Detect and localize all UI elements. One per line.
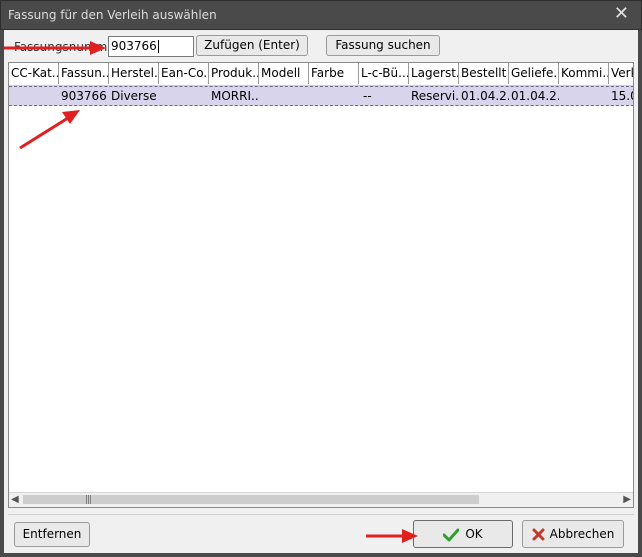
- scrollbar-thumb[interactable]: |||: [23, 495, 479, 505]
- footer-divider: [8, 514, 634, 515]
- dialog-body: Fassungsnummer 903766 Zufügen (Enter) Fa…: [4, 30, 638, 553]
- window-title: Fassung für den Verleih auswählen: [8, 8, 217, 22]
- column-header[interactable]: Herstel...: [109, 63, 159, 84]
- table-cell: [259, 87, 309, 105]
- table-cell: [9, 87, 59, 105]
- table-cell: MORRI...: [211, 89, 259, 103]
- table-row[interactable]: 903766 Diverse MORRI... -- Reservi... 01…: [9, 86, 633, 106]
- close-icon[interactable]: ✕: [614, 4, 629, 24]
- column-header[interactable]: Produk...: [209, 63, 259, 84]
- table-cell: [159, 87, 209, 105]
- column-header[interactable]: Lagerst...: [409, 63, 459, 84]
- add-button-label: Zufügen (Enter): [204, 38, 300, 52]
- scroll-left-icon[interactable]: ◀: [11, 494, 19, 505]
- column-header[interactable]: Kommi...: [559, 63, 609, 84]
- fassungsnummer-value: 903766: [111, 39, 157, 53]
- table-cell: Diverse: [111, 89, 157, 103]
- table-cell: [559, 87, 609, 105]
- annotation-arrow-input: [4, 41, 106, 55]
- x-icon: [532, 528, 545, 541]
- cancel-button-label: Abbrechen: [549, 527, 615, 541]
- ok-button[interactable]: OK: [413, 520, 513, 548]
- add-button[interactable]: Zufügen (Enter): [196, 35, 308, 56]
- table-cell: 903766: [61, 89, 107, 103]
- remove-button-label: Entfernen: [22, 527, 82, 541]
- window-frame: Fassungsnummer 903766 Zufügen (Enter) Fa…: [0, 30, 642, 557]
- table-cell: Reservi...: [411, 89, 459, 103]
- column-header[interactable]: Farbe: [309, 63, 359, 84]
- table-cell: 01.04.2...: [461, 89, 509, 103]
- cancel-button[interactable]: Abbrechen: [522, 520, 624, 548]
- remove-button[interactable]: Entfernen: [14, 522, 90, 547]
- table-cell: 15.04: [611, 89, 633, 103]
- horizontal-scrollbar[interactable]: ◀ ||| ▶: [9, 492, 633, 507]
- column-header[interactable]: L-c-Bü...: [359, 63, 409, 84]
- column-header[interactable]: Ean-Co...: [159, 63, 209, 84]
- checkmark-icon: [442, 528, 460, 541]
- table-cell: [309, 87, 359, 105]
- title-bar: Fassung für den Verleih auswählen ✕: [0, 0, 642, 30]
- text-caret: [157, 40, 159, 53]
- fassungsnummer-input[interactable]: 903766: [108, 36, 194, 57]
- column-header[interactable]: Fassun...: [59, 63, 109, 84]
- scroll-right-icon[interactable]: ▶: [623, 494, 631, 505]
- search-fassung-button[interactable]: Fassung suchen: [326, 35, 440, 56]
- table-cell: --: [363, 89, 372, 103]
- ok-button-label: OK: [465, 527, 483, 541]
- column-header[interactable]: Verka: [609, 63, 633, 84]
- column-header[interactable]: Bestellt: [459, 63, 509, 84]
- search-fassung-button-label: Fassung suchen: [335, 38, 431, 52]
- column-header[interactable]: Modell: [259, 63, 309, 84]
- table-cell: 01.04.2...: [511, 89, 559, 103]
- annotation-arrow-ok: [366, 529, 418, 543]
- scrollbar-grip: |||: [85, 495, 92, 505]
- frames-table: CC-Kat... Fassun... Herstel... Ean-Co...…: [8, 62, 634, 508]
- annotation-arrow-row: [19, 110, 80, 150]
- table-header: CC-Kat... Fassun... Herstel... Ean-Co...…: [9, 63, 633, 86]
- column-header[interactable]: CC-Kat...: [9, 63, 59, 84]
- column-header[interactable]: Geliefe...: [509, 63, 559, 84]
